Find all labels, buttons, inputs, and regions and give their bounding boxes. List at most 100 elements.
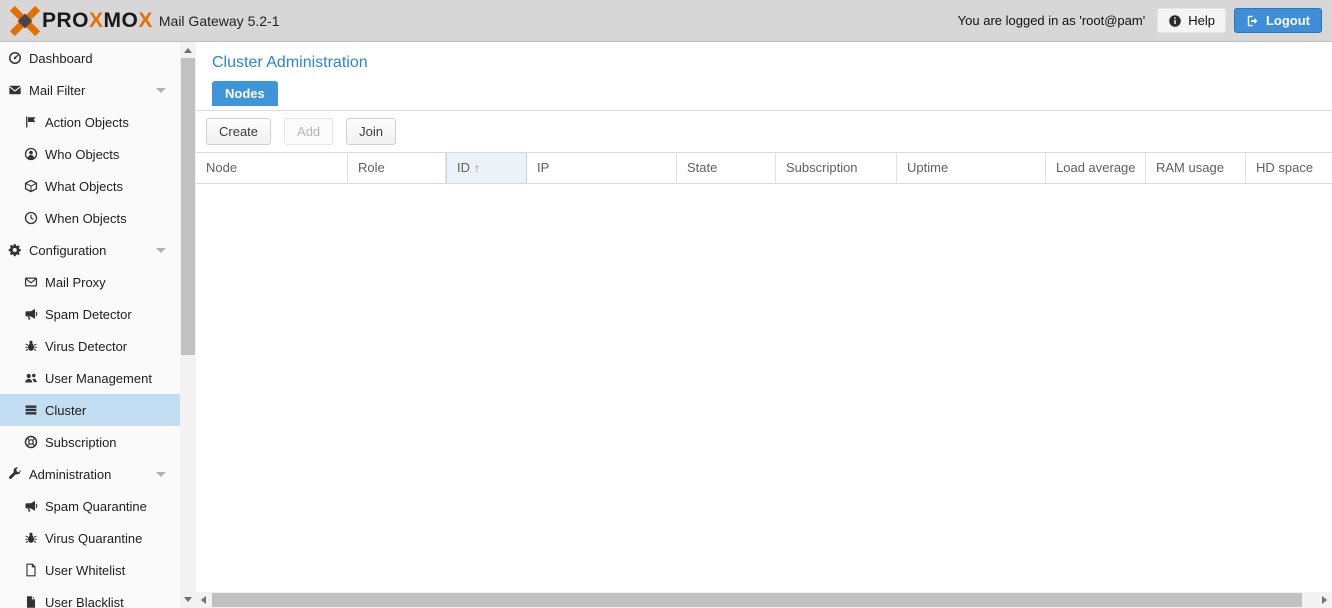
brand-text: PROXMOX	[42, 9, 153, 33]
sidebar-item-label: Mail Filter	[29, 83, 85, 98]
envelope-open-icon	[24, 275, 38, 289]
wrench-icon	[8, 467, 22, 481]
top-bar: PROXMOX Mail Gateway 5.2-1 You are logge…	[0, 0, 1332, 42]
bug-icon	[24, 339, 38, 353]
sidebar-item-label: Action Objects	[45, 115, 129, 130]
life-ring-icon	[24, 435, 38, 449]
sidebar-item-label: Spam Detector	[45, 307, 132, 322]
sidebar-item-action-objects[interactable]: Action Objects	[0, 106, 180, 138]
column-label: HD space	[1256, 160, 1313, 175]
column-header-load-average[interactable]: Load average	[1046, 153, 1146, 183]
toolbar: Create Add Join	[196, 111, 1332, 152]
clock-icon	[24, 211, 38, 225]
logout-label: Logout	[1266, 13, 1310, 28]
sidebar-item-label: Dashboard	[29, 51, 93, 66]
sidebar-item-label: What Objects	[45, 179, 123, 194]
sidebar-item-label: Virus Detector	[45, 339, 127, 354]
gears-icon	[8, 243, 22, 257]
logout-button[interactable]: Logout	[1234, 8, 1322, 33]
column-header-state[interactable]: State	[677, 153, 776, 183]
main-panel: Cluster Administration Nodes CreateAddJo…	[196, 42, 1332, 608]
help-label: Help	[1188, 13, 1215, 28]
scroll-down-arrow[interactable]	[184, 597, 192, 602]
collapse-chevron-icon[interactable]	[156, 472, 166, 477]
column-label: ID	[457, 160, 470, 175]
tab-bar: Nodes	[196, 81, 1332, 111]
sidebar-item-user-management[interactable]: User Management	[0, 362, 180, 394]
help-button[interactable]: Help	[1157, 8, 1226, 33]
vertical-scroll-thumb[interactable]	[181, 58, 195, 355]
column-header-role[interactable]: Role	[348, 153, 446, 183]
proxmox-x-logo	[10, 6, 40, 36]
column-header-id[interactable]: ID ↑	[446, 153, 527, 183]
sidebar-item-administration[interactable]: Administration	[0, 458, 180, 490]
sidebar-item-label: Administration	[29, 467, 111, 482]
flag-icon	[24, 115, 38, 129]
sidebar-item-label: Virus Quarantine	[45, 531, 142, 546]
sidebar-item-label: Spam Quarantine	[45, 499, 147, 514]
table-header-row: Node Role ID ↑ IPState Subscription Uptime Load…	[196, 152, 1332, 184]
sidebar-item-cluster[interactable]: Cluster	[0, 394, 180, 426]
sidebar-item-label: Mail Proxy	[45, 275, 106, 290]
column-label: Role	[358, 160, 385, 175]
sidebar-nav: Dashboard Mail Filter Action Objects Who Ob…	[0, 42, 180, 608]
sidebar-item-what-objects[interactable]: What Objects	[0, 170, 180, 202]
bullhorn-icon	[24, 499, 38, 513]
sidebar-item-label: User Whitelist	[45, 563, 125, 578]
sidebar-vertical-scrollbar[interactable]	[180, 42, 196, 608]
bullhorn-icon	[24, 307, 38, 321]
file-outline-icon	[24, 563, 38, 577]
sidebar-item-who-objects[interactable]: Who Objects	[0, 138, 180, 170]
user-circle-icon	[24, 147, 38, 161]
sort-ascending-icon: ↑	[474, 161, 480, 175]
sidebar-item-spam-quarantine[interactable]: Spam Quarantine	[0, 490, 180, 522]
sidebar-item-label: Configuration	[29, 243, 106, 258]
login-status: You are logged in as 'root@pam'	[958, 13, 1146, 28]
sidebar-item-spam-detector[interactable]: Spam Detector	[0, 298, 180, 330]
column-header-subscription[interactable]: Subscription	[776, 153, 897, 183]
collapse-chevron-icon[interactable]	[156, 88, 166, 93]
sidebar-item-when-objects[interactable]: When Objects	[0, 202, 180, 234]
sidebar-item-subscription[interactable]: Subscription	[0, 426, 180, 458]
column-header-uptime[interactable]: Uptime	[897, 153, 1046, 183]
sidebar-item-virus-quarantine[interactable]: Virus Quarantine	[0, 522, 180, 554]
column-label: Load average	[1056, 160, 1136, 175]
users-icon	[24, 371, 38, 385]
column-label: Uptime	[907, 160, 948, 175]
dashboard-icon	[8, 51, 22, 65]
column-header-hd-space[interactable]: HD space	[1246, 153, 1332, 183]
sidebar-item-user-whitelist[interactable]: User Whitelist	[0, 554, 180, 586]
proxmox-logo: PROXMOX Mail Gateway 5.2-1	[10, 6, 279, 36]
sign-out-icon	[1246, 14, 1260, 28]
sidebar-item-mail-filter[interactable]: Mail Filter	[0, 74, 180, 106]
sidebar-item-user-blacklist[interactable]: User Blacklist	[0, 586, 180, 608]
add-button: Add	[284, 118, 333, 145]
scroll-right-arrow[interactable]	[1322, 596, 1327, 604]
cube-icon	[24, 179, 38, 193]
sidebar-item-label: Who Objects	[45, 147, 119, 162]
brand-part: X	[89, 9, 104, 32]
info-circle-icon	[1168, 14, 1182, 28]
scroll-left-arrow[interactable]	[201, 596, 206, 604]
brand-part: X	[138, 9, 153, 32]
column-header-ip[interactable]: IP	[527, 153, 677, 183]
column-header-node[interactable]: Node	[196, 153, 348, 183]
envelope-icon	[8, 83, 22, 97]
column-header-ram-usage[interactable]: RAM usage	[1146, 153, 1246, 183]
sidebar-item-configuration[interactable]: Configuration	[0, 234, 180, 266]
horizontal-scroll-thumb[interactable]	[212, 593, 1302, 607]
sidebar-item-mail-proxy[interactable]: Mail Proxy	[0, 266, 180, 298]
sidebar-item-virus-detector[interactable]: Virus Detector	[0, 330, 180, 362]
column-label: Subscription	[786, 160, 858, 175]
sidebar-item-label: Cluster	[45, 403, 86, 418]
file-solid-icon	[24, 595, 38, 608]
sidebar-item-dashboard[interactable]: Dashboard	[0, 42, 180, 74]
table-body	[196, 184, 1332, 574]
sidebar-item-label: When Objects	[45, 211, 127, 226]
scroll-up-arrow[interactable]	[184, 48, 192, 53]
join-button[interactable]: Join	[346, 118, 396, 145]
collapse-chevron-icon[interactable]	[156, 248, 166, 253]
create-button[interactable]: Create	[206, 118, 271, 145]
tab-nodes[interactable]: Nodes	[212, 81, 278, 106]
horizontal-scrollbar[interactable]	[196, 592, 1332, 608]
